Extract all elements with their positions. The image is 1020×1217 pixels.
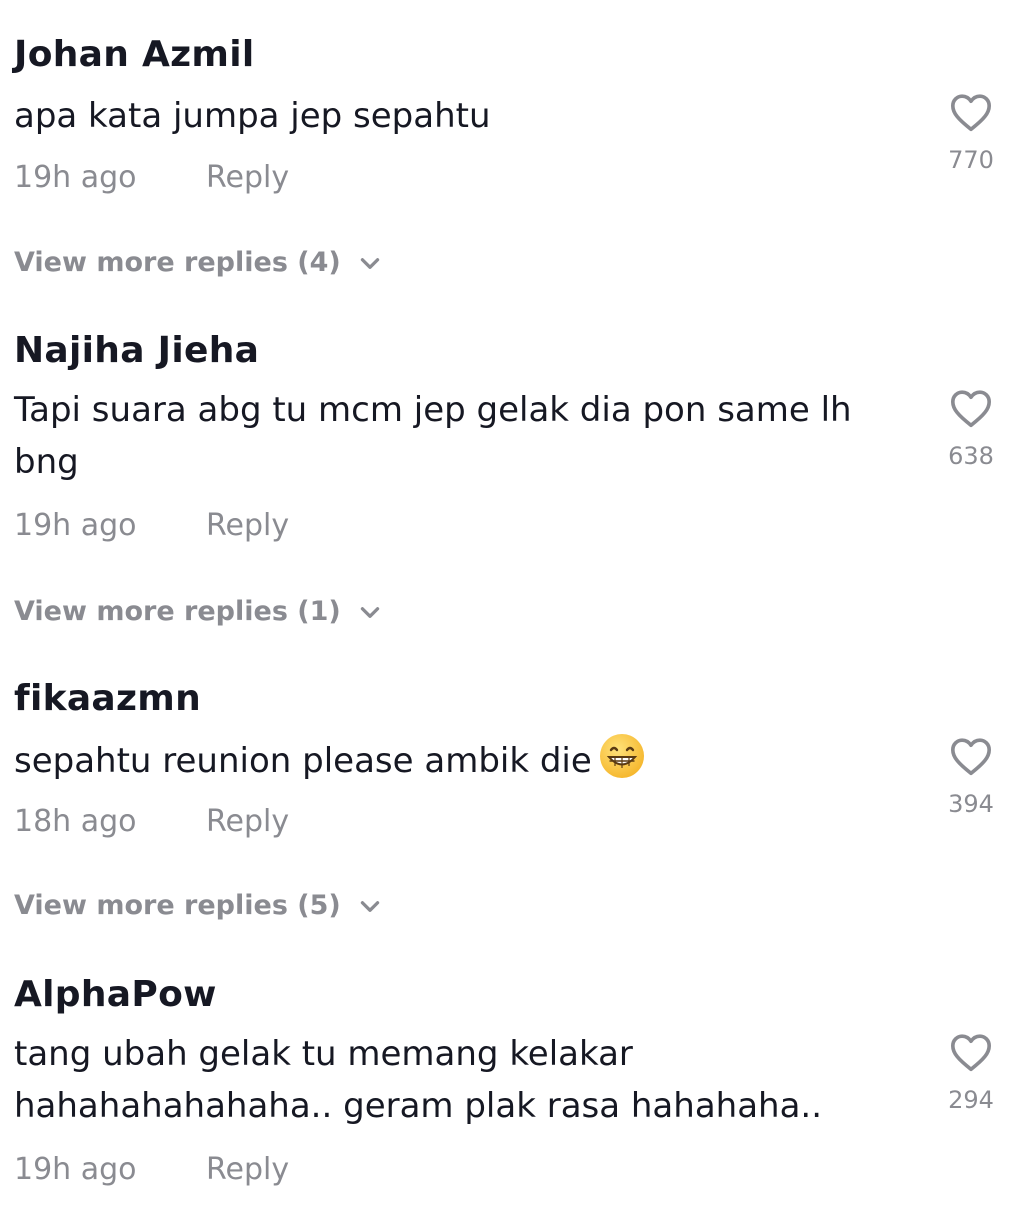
view-more-replies-button[interactable]: View more replies (4) xyxy=(14,247,383,278)
view-more-replies-label: View more replies (5) xyxy=(14,890,341,921)
comment-text-body: sepahtu reunion please ambik die xyxy=(14,741,592,781)
grinning-face-emoji-icon xyxy=(599,734,644,778)
like-count: 294 xyxy=(948,1086,994,1114)
comment-username[interactable]: Najiha Jieha xyxy=(14,330,259,371)
like-button[interactable]: 294 xyxy=(940,1032,1002,1114)
heart-outline-icon xyxy=(950,390,991,428)
comment-username[interactable]: AlphaPow xyxy=(14,974,217,1015)
comment-meta: 19h ago Reply xyxy=(14,1152,289,1187)
like-button[interactable]: 394 xyxy=(940,736,1002,818)
view-more-replies-button[interactable]: View more replies (5) xyxy=(14,890,383,921)
reply-button[interactable]: Reply xyxy=(206,804,289,839)
comment-meta: 18h ago Reply xyxy=(14,804,289,839)
comment-username[interactable]: Johan Azmil xyxy=(14,34,255,75)
comment-text: sepahtu reunion please ambik die xyxy=(14,732,894,787)
comment-text: Tapi suara abg tu mcm jep gelak dia pon … xyxy=(14,390,852,482)
chevron-down-icon xyxy=(360,900,379,912)
comment-text: tang ubah gelak tu memang kelakar hahaha… xyxy=(14,1034,823,1126)
heart-outline-icon xyxy=(950,1034,991,1072)
like-count: 394 xyxy=(948,790,994,818)
comment-timestamp: 19h ago xyxy=(14,508,137,543)
like-count: 638 xyxy=(948,442,994,470)
view-more-replies-button[interactable]: View more replies (1) xyxy=(14,596,383,627)
reply-button[interactable]: Reply xyxy=(206,160,289,195)
reply-button[interactable]: Reply xyxy=(206,1152,289,1187)
chevron-down-icon xyxy=(360,257,379,269)
like-button[interactable]: 770 xyxy=(940,92,1002,174)
like-count: 770 xyxy=(948,146,994,174)
comment-meta: 19h ago Reply xyxy=(14,160,289,195)
heart-outline-icon xyxy=(950,94,991,132)
view-more-replies-label: View more replies (4) xyxy=(14,247,341,278)
chevron-down-icon xyxy=(360,606,379,618)
comment-username[interactable]: fikaazmn xyxy=(14,678,201,719)
comment-timestamp: 19h ago xyxy=(14,1152,137,1187)
comment-text: apa kata jumpa jep sepahtu xyxy=(14,96,491,136)
like-button[interactable]: 638 xyxy=(940,388,1002,470)
comment-timestamp: 18h ago xyxy=(14,804,137,839)
heart-outline-icon xyxy=(950,738,991,776)
comment-timestamp: 19h ago xyxy=(14,160,137,195)
comment-meta: 19h ago Reply xyxy=(14,508,289,543)
view-more-replies-label: View more replies (1) xyxy=(14,596,341,627)
reply-button[interactable]: Reply xyxy=(206,508,289,543)
